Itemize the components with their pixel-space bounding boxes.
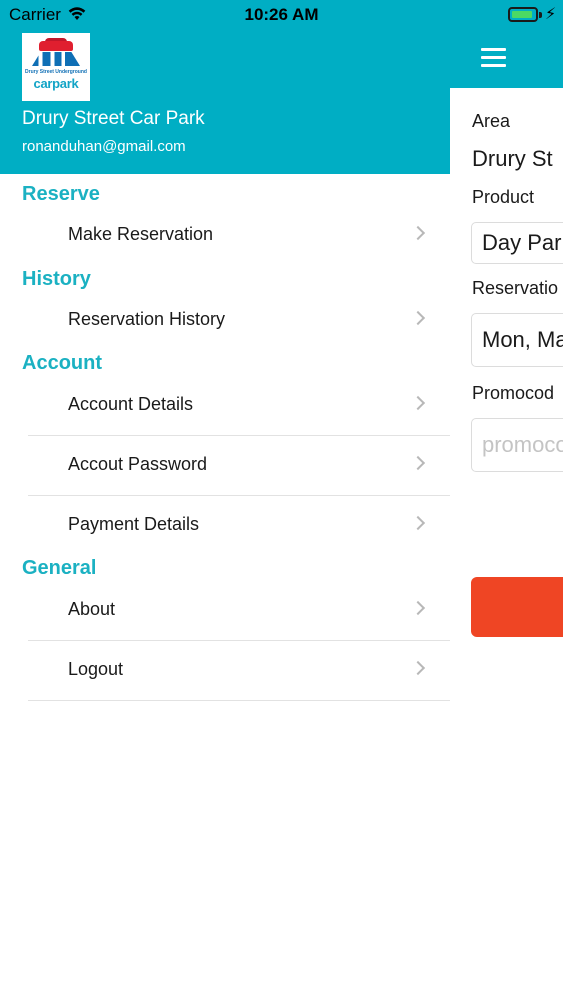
menu-item-label: Logout bbox=[68, 659, 124, 679]
menu-item-account-details[interactable]: Account Details bbox=[28, 376, 450, 436]
chevron-right-icon bbox=[410, 395, 426, 411]
chevron-right-icon bbox=[410, 310, 426, 326]
area-label: Area bbox=[472, 111, 511, 131]
menu-item-about[interactable]: About bbox=[28, 581, 450, 641]
promocode-label: Promocod bbox=[472, 383, 555, 403]
section-general: General bbox=[22, 557, 97, 579]
menu-item-logout[interactable]: Logout bbox=[28, 641, 450, 701]
menu-item-label: Account Details bbox=[68, 394, 194, 414]
carpark-logo: Drury Street Underground carpark bbox=[22, 33, 90, 101]
navigation-drawer: Drury Street Underground carpark Drury S… bbox=[0, 0, 450, 1000]
status-bar: Carrier 10:26 AM ⚡ bbox=[0, 0, 563, 30]
battery-cap-icon bbox=[539, 12, 542, 18]
submit-button[interactable] bbox=[471, 577, 563, 637]
logo-wordmark: carpark bbox=[33, 76, 79, 91]
menu-item-reservation-history[interactable]: Reservation History bbox=[28, 291, 450, 351]
charging-bolt-icon: ⚡ bbox=[545, 6, 557, 23]
area-value: Drury St bbox=[472, 146, 553, 171]
battery-icon bbox=[508, 7, 538, 22]
logo-caption: Drury Street Underground bbox=[25, 69, 87, 75]
battery-level-fill bbox=[512, 11, 532, 18]
status-time: 10:26 AM bbox=[244, 5, 319, 24]
hamburger-menu-icon[interactable] bbox=[481, 48, 506, 68]
main-header bbox=[450, 30, 563, 88]
section-reserve: Reserve bbox=[22, 183, 100, 205]
section-account: Account bbox=[22, 352, 102, 374]
car-park-name: Drury Street Car Park bbox=[22, 108, 205, 129]
chevron-right-icon bbox=[410, 455, 426, 471]
chevron-right-icon bbox=[410, 515, 426, 531]
menu-item-payment-details[interactable]: Payment Details bbox=[28, 496, 450, 556]
reservation-date-label: Reservatio bbox=[472, 278, 559, 298]
chevron-right-icon bbox=[410, 225, 426, 241]
car-icon bbox=[39, 41, 73, 51]
section-history: History bbox=[22, 268, 91, 290]
reservation-date-field[interactable]: Mon, Ma bbox=[471, 313, 563, 367]
menu-item-make-reservation[interactable]: Make Reservation bbox=[28, 206, 450, 266]
menu-item-label: Make Reservation bbox=[68, 224, 214, 244]
menu-item-label: Reservation History bbox=[68, 309, 226, 329]
menu-item-label: Accout Password bbox=[68, 454, 208, 474]
parking-lanes-graphic bbox=[32, 52, 80, 66]
user-email: ronanduhan@gmail.com bbox=[22, 138, 186, 155]
reservation-form-screen: Area Drury St Product Day Par Reservatio… bbox=[450, 0, 563, 1000]
menu-item-label: About bbox=[68, 599, 116, 619]
product-label: Product bbox=[472, 187, 535, 207]
menu-item-label: Payment Details bbox=[68, 514, 200, 534]
menu-item-account-password[interactable]: Accout Password bbox=[28, 436, 450, 496]
promocode-input[interactable]: promoco bbox=[471, 418, 563, 472]
chevron-right-icon bbox=[410, 660, 426, 676]
chevron-right-icon bbox=[410, 600, 426, 616]
product-select[interactable]: Day Par bbox=[471, 222, 563, 264]
